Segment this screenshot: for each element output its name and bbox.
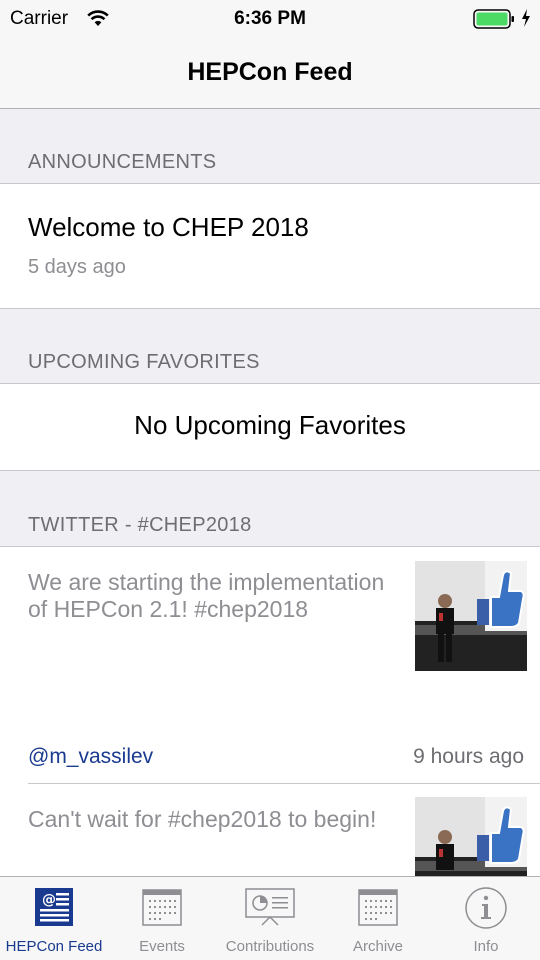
tweet-image[interactable] (415, 561, 527, 671)
battery-icon (473, 9, 514, 29)
tweet-text: Can't wait for #chep2018 to begin! (28, 806, 377, 832)
tab-info[interactable]: Info (432, 877, 540, 960)
charging-icon (522, 9, 530, 27)
presentation-icon (245, 888, 295, 926)
status-bar: Carrier 6:36 PM (0, 0, 540, 40)
tab-events[interactable]: Events (108, 877, 216, 960)
tab-label: Archive (352, 938, 404, 955)
favorites-header: UPCOMING FAVORITES (28, 351, 260, 373)
tab-label: HEPCon Feed (5, 938, 103, 955)
tweet-user-link[interactable]: @m_vassilev (28, 745, 153, 769)
tab-archive[interactable]: Archive (324, 877, 432, 960)
calendar-icon (142, 889, 182, 926)
twitter-header: TWITTER - #CHEP2018 (28, 514, 252, 536)
thumbs-up-photo (415, 561, 527, 671)
tab-label: Events (139, 938, 185, 955)
twitter-feed: We are starting the implementation of HE… (0, 546, 540, 907)
tab-bar: @ HEPCon Feed Events Contributions Archi… (0, 876, 540, 960)
tweet-time: 9 hours ago (413, 745, 524, 768)
info-icon (465, 887, 507, 929)
favorites-empty-cell: No Upcoming Favorites (0, 383, 540, 471)
announcement-title: Welcome to CHEP 2018 (28, 212, 309, 242)
svg-text:@: @ (42, 892, 56, 908)
tab-label: Info (473, 938, 499, 955)
tweet-text: We are starting the implementation of HE… (28, 569, 385, 622)
clock: 6:36 PM (234, 8, 306, 29)
tab-hepcon-feed[interactable]: @ HEPCon Feed (0, 877, 108, 960)
tab-contributions[interactable]: Contributions (216, 877, 324, 960)
page-title: HEPCon Feed (187, 58, 353, 86)
announcement-time: 5 days ago (28, 256, 126, 278)
navigation-bar: HEPCon Feed (0, 40, 540, 109)
announcement-item[interactable]: Welcome to CHEP 2018 5 days ago (0, 183, 540, 309)
announcements-header: ANNOUNCEMENTS (28, 151, 217, 173)
tab-label: Contributions (225, 938, 315, 955)
feed-icon: @ (35, 888, 73, 926)
favorites-empty-text: No Upcoming Favorites (134, 410, 406, 440)
archive-icon (358, 889, 398, 926)
tweet-separator (28, 783, 540, 784)
